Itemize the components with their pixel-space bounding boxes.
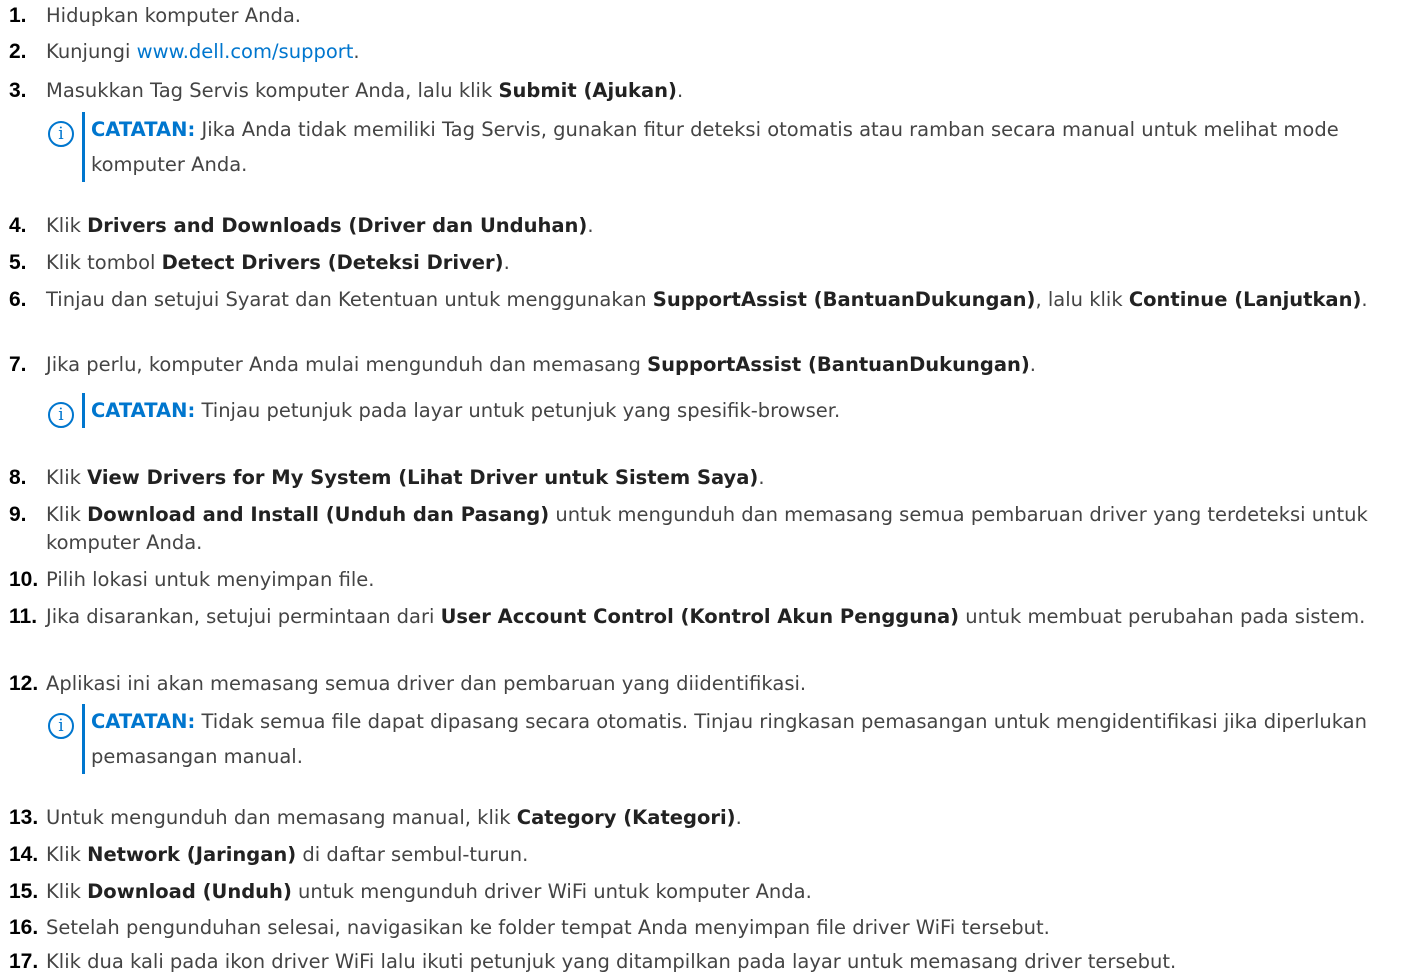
step-1: 1. Hidupkan komputer Anda.: [0, 2, 1415, 30]
step-text-end: .: [758, 466, 765, 489]
note-text: Jika Anda tidak memiliki Tag Servis, gun…: [91, 118, 1339, 176]
step-text: Tinjau dan setujui Syarat dan Ketentuan …: [46, 288, 653, 311]
step-ui-term: SupportAssist (BantuanDukungan): [652, 288, 1036, 311]
note-label: CATATAN:: [91, 118, 196, 141]
step-text: Klik: [46, 843, 88, 866]
step-number: 13.: [9, 806, 39, 829]
step-8: 8. Klik View Drivers for My System (Liha…: [0, 464, 1415, 492]
step-number: 3.: [9, 79, 27, 102]
step-number: 16.: [9, 916, 39, 939]
step-ui-term: Drivers and Downloads (Driver dan Unduha…: [87, 214, 588, 237]
step-4: 4. Klik Drivers and Downloads (Driver da…: [0, 212, 1415, 240]
step-number: 5.: [9, 251, 27, 274]
step-ui-term: Download and Install (Unduh dan Pasang): [87, 503, 550, 526]
step-number: 1.: [9, 4, 27, 27]
step-text: Setelah pengunduhan selesai, navigasikan…: [46, 916, 1050, 939]
step-text: Klik: [46, 214, 88, 237]
note-3: i CATATAN: Tidak semua file dapat dipasa…: [48, 704, 1407, 774]
step-number: 11.: [9, 605, 38, 628]
step-2: 2. Kunjungi www.dell.com/support.: [0, 38, 1415, 66]
step-text: Klik dua kali pada ikon driver WiFi lalu…: [46, 950, 1177, 973]
note-1: i CATATAN: Jika Anda tidak memiliki Tag …: [48, 112, 1407, 182]
step-number: 17.: [9, 950, 39, 973]
step-ui-term: Category (Kategori): [516, 806, 736, 829]
info-icon: i: [48, 402, 74, 428]
step-15: 15. Klik Download (Unduh) untuk mengundu…: [0, 878, 1415, 906]
step-text: Untuk mengunduh dan memasang manual, kli…: [46, 806, 517, 829]
step-number: 2.: [9, 40, 27, 63]
note-2: i CATATAN: Tinjau petunjuk pada layar un…: [48, 393, 1407, 428]
step-number: 10.: [9, 568, 39, 591]
step-number: 7.: [9, 353, 27, 376]
step-3: 3. Masukkan Tag Servis komputer Anda, la…: [0, 77, 1415, 105]
note-accent-bar: [82, 704, 85, 774]
step-text: Aplikasi ini akan memasang semua driver …: [46, 672, 807, 695]
note-body: CATATAN: Tinjau petunjuk pada layar untu…: [91, 393, 1407, 428]
step-text-end: .: [1029, 353, 1036, 376]
step-ui-term: Network (Jaringan): [87, 843, 297, 866]
note-text: Tinjau petunjuk pada layar untuk petunju…: [195, 399, 841, 422]
note-body: CATATAN: Jika Anda tidak memiliki Tag Se…: [91, 112, 1407, 182]
step-text-end: untuk membuat perubahan pada sistem.: [959, 605, 1366, 628]
step-17: 17. Klik dua kali pada ikon driver WiFi …: [0, 948, 1415, 976]
step-9: 9. Klik Download and Install (Unduh dan …: [0, 501, 1415, 557]
step-ui-term: View Drivers for My System (Lihat Driver…: [87, 466, 759, 489]
step-ui-term: Submit (Ajukan): [498, 79, 677, 102]
step-text: Klik: [46, 503, 88, 526]
step-5: 5. Klik tombol Detect Drivers (Deteksi D…: [0, 249, 1415, 277]
note-accent-bar: [82, 112, 85, 182]
step-number: 6.: [9, 288, 27, 311]
step-text: Klik tombol: [46, 251, 162, 274]
dell-support-link[interactable]: www.dell.com/support: [137, 40, 354, 63]
step-ui-term-2: Continue (Lanjutkan): [1128, 288, 1362, 311]
step-text-end: .: [587, 214, 594, 237]
step-10: 10. Pilih lokasi untuk menyimpan file.: [0, 566, 1415, 594]
step-number: 4.: [9, 214, 27, 237]
note-label: CATATAN:: [91, 710, 196, 733]
step-ui-term: SupportAssist (BantuanDukungan): [647, 353, 1030, 376]
step-text-end: untuk mengunduh driver WiFi untuk komput…: [291, 880, 812, 903]
step-6: 6. Tinjau dan setujui Syarat dan Ketentu…: [0, 286, 1415, 314]
step-14: 14. Klik Network (Jaringan) di daftar se…: [0, 841, 1415, 869]
step-7: 7. Jika perlu, komputer Anda mulai mengu…: [0, 351, 1415, 379]
info-icon: i: [48, 121, 74, 147]
step-11: 11. Jika disarankan, setujui permintaan …: [0, 603, 1415, 631]
step-ui-term: Detect Drivers (Deteksi Driver): [161, 251, 504, 274]
step-text: Jika disarankan, setujui permintaan dari: [46, 605, 441, 628]
step-number: 12.: [9, 672, 39, 695]
step-number: 8.: [9, 466, 27, 489]
note-accent-bar: [82, 393, 85, 428]
note-body: CATATAN: Tidak semua file dapat dipasang…: [91, 704, 1407, 774]
step-number: 14.: [9, 843, 39, 866]
step-ui-term: Download (Unduh): [87, 880, 292, 903]
step-text: Pilih lokasi untuk menyimpan file.: [46, 568, 375, 591]
step-number: 9.: [9, 503, 27, 526]
step-16: 16. Setelah pengunduhan selesai, navigas…: [0, 914, 1415, 942]
step-text-end: .: [676, 79, 684, 102]
step-12: 12. Aplikasi ini akan memasang semua dri…: [0, 670, 1415, 698]
step-13: 13. Untuk mengunduh dan memasang manual,…: [0, 804, 1415, 832]
note-text: Tidak semua file dapat dipasang secara o…: [91, 710, 1367, 768]
step-number: 15.: [9, 880, 39, 903]
step-text-end: .: [503, 251, 510, 274]
step-text-end: di daftar sembul-turun.: [296, 843, 529, 866]
step-text: Klik: [46, 880, 88, 903]
step-text: Hidupkan komputer Anda.: [46, 4, 301, 27]
step-text: Klik: [46, 466, 88, 489]
info-icon: i: [48, 713, 74, 739]
step-ui-term: User Account Control (Kontrol Akun Pengg…: [440, 605, 960, 628]
step-text: Kunjungi: [46, 40, 137, 63]
step-text-end: .: [353, 40, 360, 63]
step-text-mid: , lalu klik: [1035, 288, 1129, 311]
note-label: CATATAN:: [91, 399, 196, 422]
step-text: Jika perlu, komputer Anda mulai mengundu…: [46, 353, 648, 376]
step-text-end: .: [1361, 288, 1368, 311]
step-text-end: .: [735, 806, 742, 829]
step-text: Masukkan Tag Servis komputer Anda, lalu …: [46, 79, 499, 102]
